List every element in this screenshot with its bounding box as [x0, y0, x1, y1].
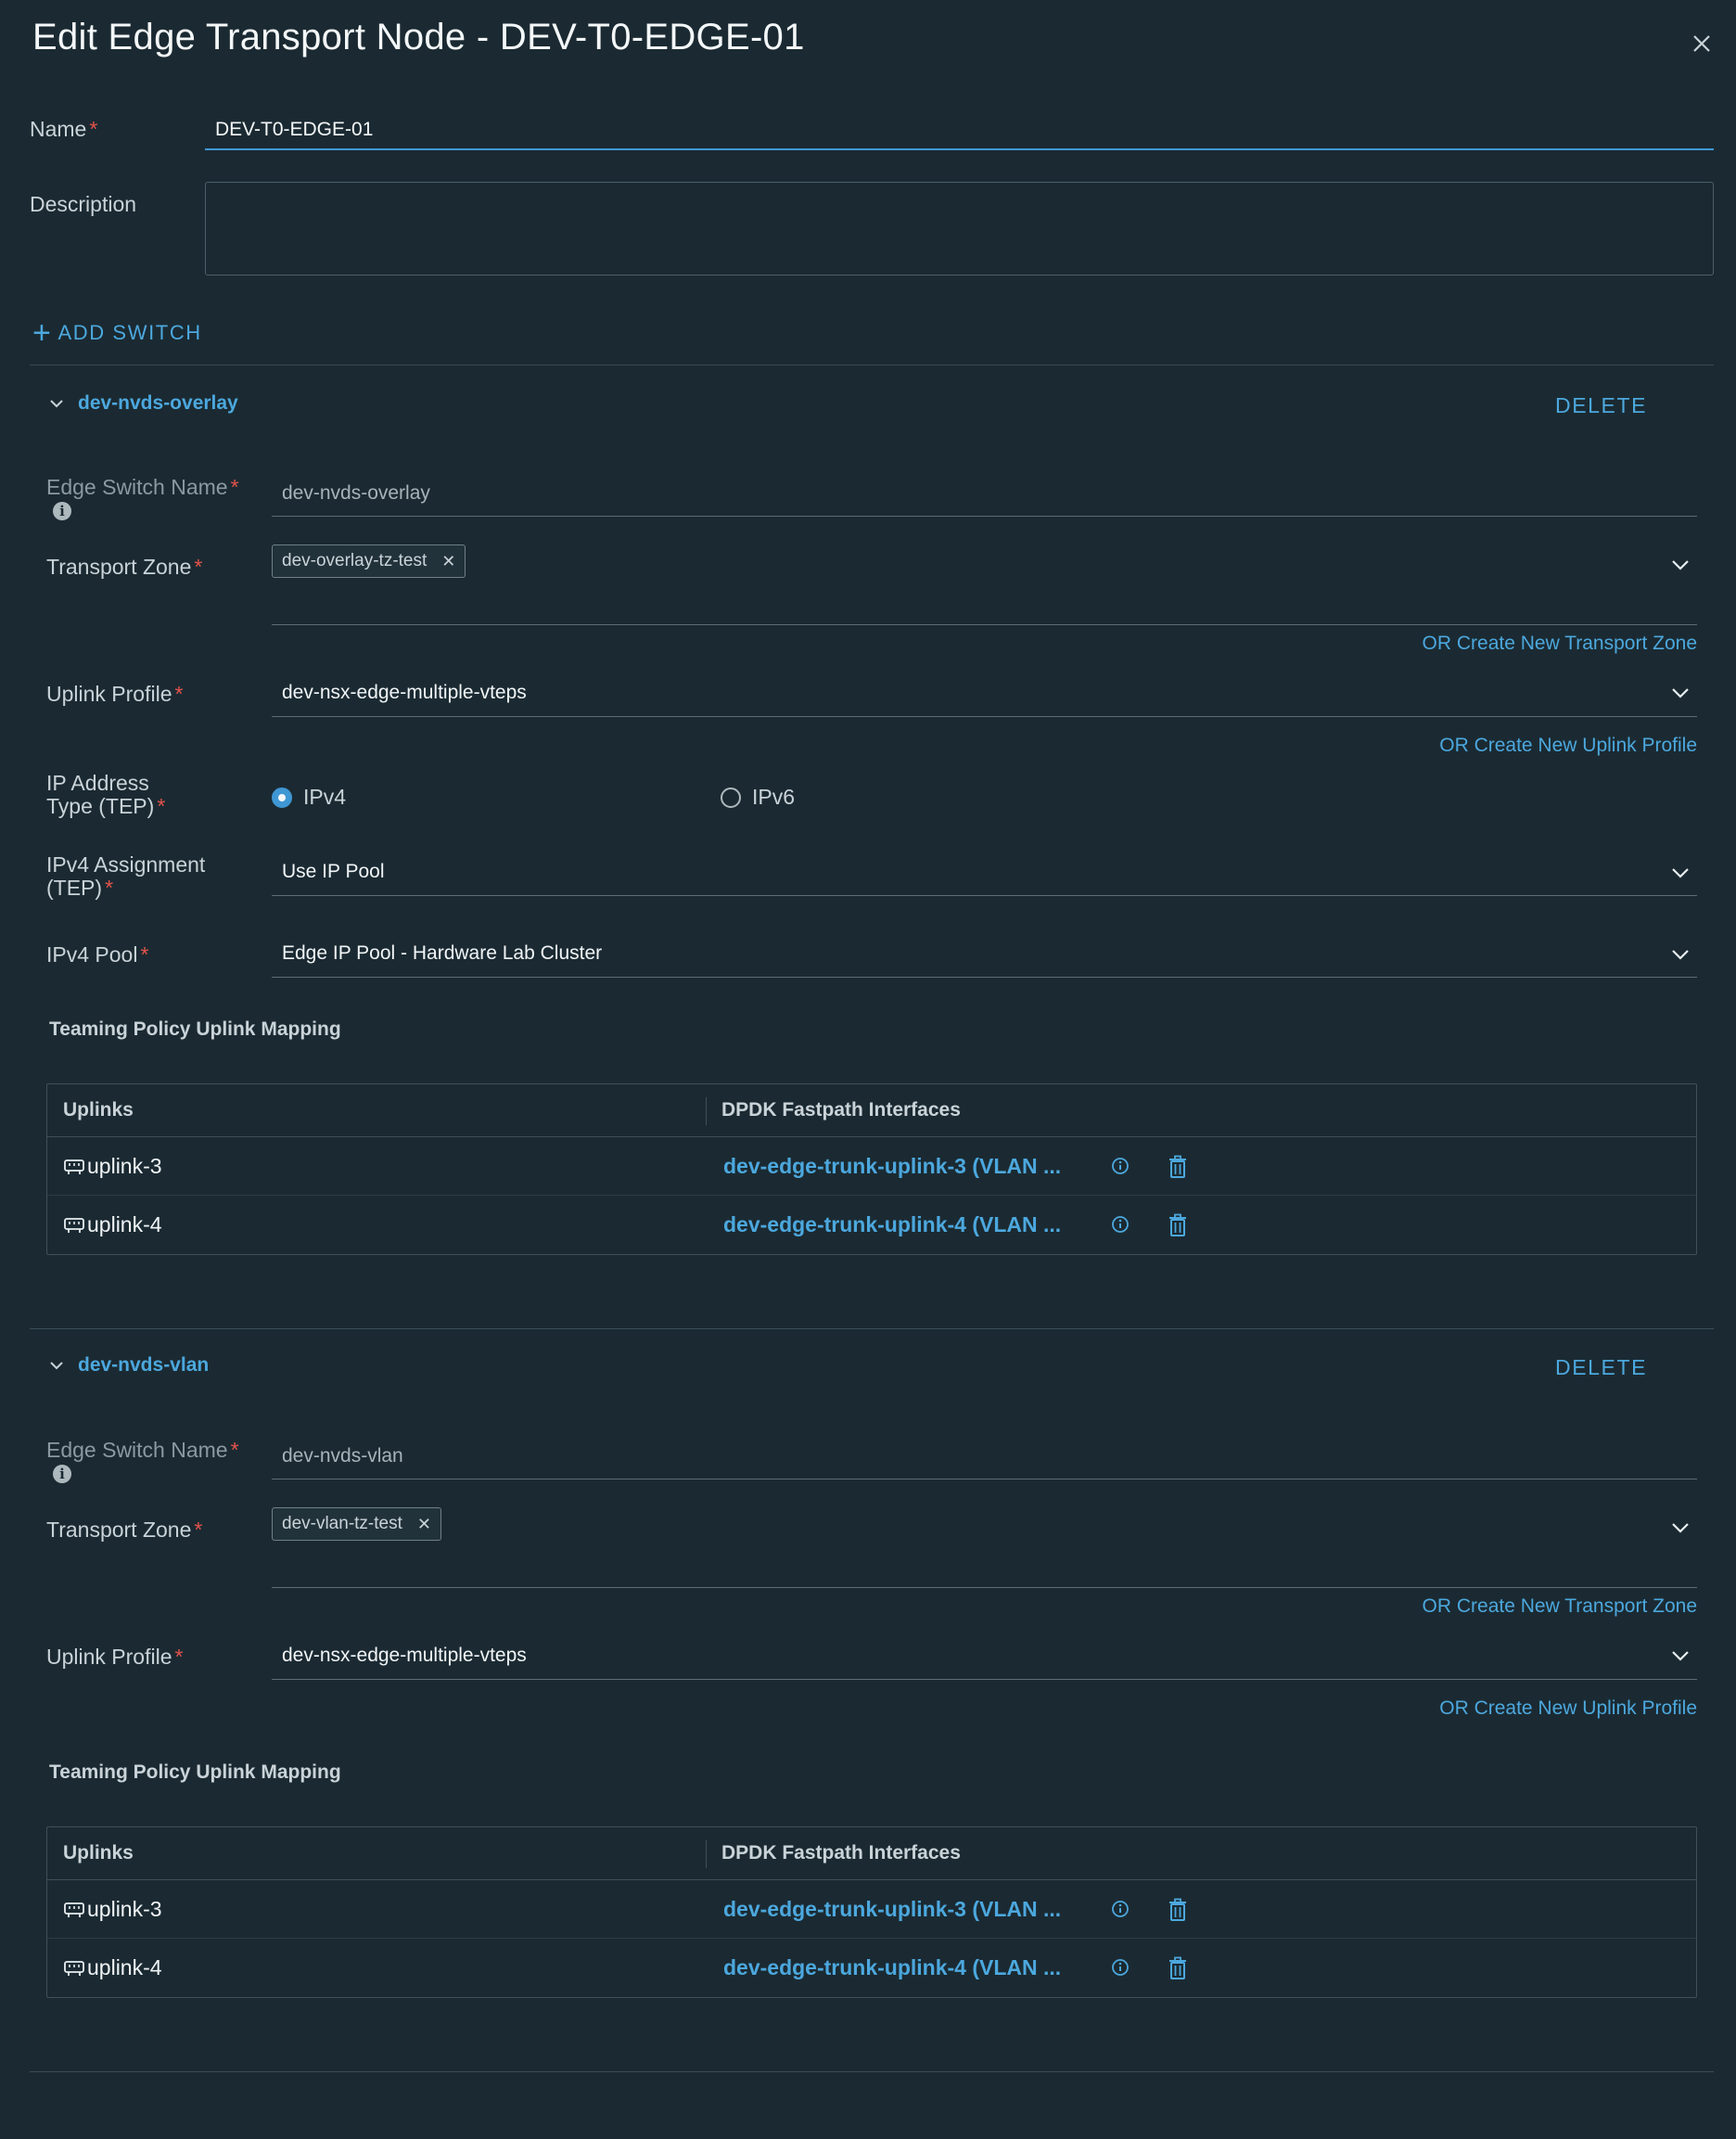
transport-zone-select[interactable]: dev-overlay-tz-test ✕	[272, 544, 1697, 625]
description-label: Description	[30, 192, 137, 216]
dialog-title: Edit Edge Transport Node - DEV-T0-EDGE-0…	[32, 17, 805, 58]
column-separator	[706, 1097, 707, 1125]
ipv4-radio[interactable]: IPv4	[272, 785, 346, 810]
transport-zone-label: Transport Zone *	[46, 1518, 203, 1542]
switch-section-header-overlay[interactable]: dev-nvds-overlay	[48, 392, 238, 415]
table-header: Uplinks DPDK Fastpath Interfaces	[47, 1827, 1696, 1880]
teaming-policy-heading: Teaming Policy Uplink Mapping	[49, 1761, 341, 1783]
column-separator	[706, 1840, 707, 1868]
uplink-mapping-table: Uplinks DPDK Fastpath Interfaces uplink-…	[46, 1826, 1697, 1998]
radio-unchecked-icon	[721, 787, 741, 808]
ipv4-pool-select[interactable]: Edge IP Pool - Hardware Lab Cluster	[272, 933, 1697, 978]
create-uplink-profile-link[interactable]: OR Create New Uplink Profile	[1439, 735, 1697, 757]
uplink-name: uplink-3	[87, 1897, 162, 1921]
ipv4-assignment-select[interactable]: Use IP Pool	[272, 852, 1697, 896]
chevron-down-icon[interactable]	[1671, 1522, 1690, 1533]
teaming-policy-heading: Teaming Policy Uplink Mapping	[49, 1018, 341, 1040]
fastpath-interface-link[interactable]: dev-edge-trunk-uplink-4 (VLAN ...	[723, 1212, 1061, 1237]
remove-chip-icon[interactable]: ✕	[441, 552, 455, 571]
description-input[interactable]	[205, 182, 1714, 275]
ipv4-assignment-label: IPv4 Assignment (TEP) *	[46, 852, 206, 900]
chevron-down-icon[interactable]	[1671, 687, 1690, 698]
table-row: uplink-3 dev-edge-trunk-uplink-3 (VLAN .…	[47, 1880, 1696, 1939]
switch-section-header-vlan[interactable]: dev-nvds-vlan	[48, 1354, 209, 1377]
edge-switch-name-label: Edge Switch Name *	[46, 475, 239, 499]
transport-zone-chip: dev-vlan-tz-test ✕	[272, 1507, 441, 1541]
create-uplink-profile-link[interactable]: OR Create New Uplink Profile	[1439, 1697, 1697, 1720]
uplink-profile-select[interactable]: dev-nsx-edge-multiple-vteps	[272, 1635, 1697, 1680]
trash-icon[interactable]	[1167, 1155, 1189, 1179]
table-row: uplink-3 dev-edge-trunk-uplink-3 (VLAN .…	[47, 1137, 1696, 1196]
uplink-name: uplink-4	[87, 1955, 162, 1979]
network-port-icon	[64, 1960, 84, 1976]
edge-switch-name-field: dev-nvds-vlan	[272, 1438, 1697, 1479]
divider	[30, 2071, 1714, 2072]
uplink-name: uplink-4	[87, 1212, 162, 1236]
delete-switch-button[interactable]: DELETE	[1555, 1355, 1647, 1380]
uplink-name: uplink-3	[87, 1154, 162, 1178]
network-port-icon	[64, 1159, 84, 1174]
info-icon[interactable]	[1111, 1215, 1130, 1234]
info-icon[interactable]	[1111, 1958, 1130, 1977]
transport-zone-select[interactable]: dev-vlan-tz-test ✕	[272, 1507, 1697, 1588]
info-icon[interactable]	[1111, 1157, 1130, 1175]
info-icon[interactable]: i	[53, 502, 71, 520]
close-icon[interactable]	[1686, 28, 1717, 59]
ipv6-radio[interactable]: IPv6	[721, 785, 795, 810]
uplink-profile-label: Uplink Profile *	[46, 682, 184, 706]
fastpath-interface-link[interactable]: dev-edge-trunk-uplink-3 (VLAN ...	[723, 1897, 1061, 1922]
plus-icon: +	[32, 315, 53, 351]
info-icon[interactable]	[1111, 1900, 1130, 1918]
name-input[interactable]: DEV-T0-EDGE-01	[205, 108, 1714, 150]
transport-zone-chip: dev-overlay-tz-test ✕	[272, 544, 466, 578]
table-row: uplink-4 dev-edge-trunk-uplink-4 (VLAN .…	[47, 1939, 1696, 1997]
uplink-profile-label: Uplink Profile *	[46, 1645, 184, 1669]
divider	[30, 1328, 1714, 1329]
trash-icon[interactable]	[1167, 1213, 1189, 1237]
fastpath-interface-link[interactable]: dev-edge-trunk-uplink-3 (VLAN ...	[723, 1154, 1061, 1179]
table-header: Uplinks DPDK Fastpath Interfaces	[47, 1084, 1696, 1137]
info-icon[interactable]: i	[53, 1465, 71, 1483]
delete-switch-button[interactable]: DELETE	[1555, 393, 1647, 418]
chevron-down-icon	[50, 1362, 63, 1370]
column-header-uplinks: Uplinks	[63, 1099, 134, 1121]
name-label: Name *	[30, 117, 98, 141]
network-port-icon	[64, 1902, 84, 1917]
column-header-uplinks: Uplinks	[63, 1842, 134, 1864]
chevron-down-icon[interactable]	[1671, 949, 1690, 960]
network-port-icon	[64, 1217, 84, 1233]
column-header-dpdk: DPDK Fastpath Interfaces	[721, 1842, 961, 1864]
chevron-down-icon	[50, 400, 63, 408]
edge-switch-name-label: Edge Switch Name *	[46, 1438, 239, 1462]
remove-chip-icon[interactable]: ✕	[417, 1515, 431, 1534]
ip-address-type-label: IP Address Type (TEP) *	[46, 771, 166, 818]
add-switch-button[interactable]: + ADD SWITCH	[32, 315, 202, 351]
edge-switch-name-field: dev-nvds-overlay	[272, 475, 1697, 517]
radio-checked-icon	[272, 787, 292, 808]
trash-icon[interactable]	[1167, 1956, 1189, 1980]
table-row: uplink-4 dev-edge-trunk-uplink-4 (VLAN .…	[47, 1196, 1696, 1254]
transport-zone-label: Transport Zone *	[46, 555, 203, 579]
uplink-mapping-table: Uplinks DPDK Fastpath Interfaces uplink-…	[46, 1083, 1697, 1255]
column-header-dpdk: DPDK Fastpath Interfaces	[721, 1099, 961, 1121]
trash-icon[interactable]	[1167, 1898, 1189, 1922]
chevron-down-icon[interactable]	[1671, 867, 1690, 878]
create-transport-zone-link[interactable]: OR Create New Transport Zone	[1423, 1595, 1697, 1618]
fastpath-interface-link[interactable]: dev-edge-trunk-uplink-4 (VLAN ...	[723, 1955, 1061, 1980]
uplink-profile-select[interactable]: dev-nsx-edge-multiple-vteps	[272, 672, 1697, 717]
create-transport-zone-link[interactable]: OR Create New Transport Zone	[1423, 633, 1697, 655]
chevron-down-icon[interactable]	[1671, 559, 1690, 570]
ipv4-pool-label: IPv4 Pool *	[46, 942, 149, 967]
chevron-down-icon[interactable]	[1671, 1650, 1690, 1661]
